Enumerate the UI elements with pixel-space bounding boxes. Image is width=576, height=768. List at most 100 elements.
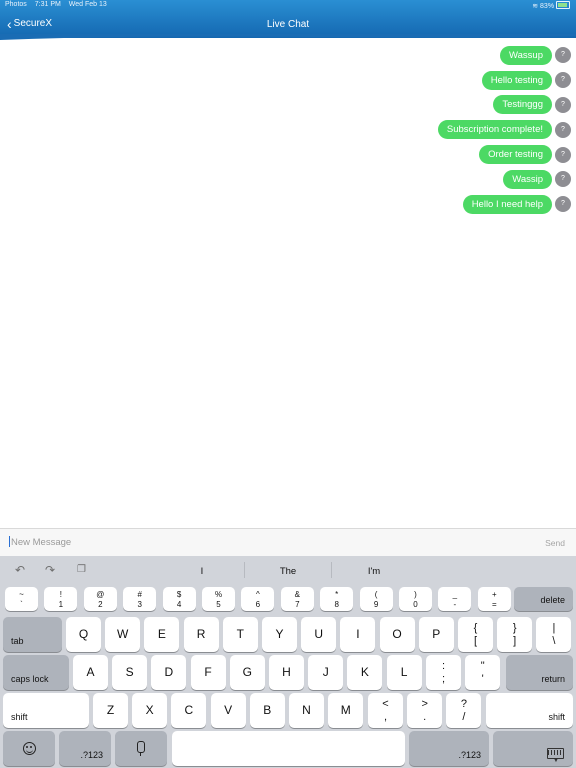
- key-number[interactable]: $4: [162, 587, 196, 611]
- key-letter-h[interactable]: H: [269, 655, 304, 690]
- key-shift-symbol: &: [294, 590, 300, 599]
- key-symbol-pair[interactable]: <,: [368, 693, 403, 728]
- key-symbol-pair[interactable]: >.: [407, 693, 443, 728]
- key-letter-w[interactable]: W: [105, 617, 141, 652]
- message-bubble[interactable]: Hello I need help: [462, 194, 552, 214]
- message-status-icon[interactable]: ?: [555, 146, 571, 163]
- key-number[interactable]: ^ 6: [241, 587, 275, 611]
- numbers-key-left[interactable]: .?123: [59, 731, 111, 766]
- dictation-key[interactable]: [115, 731, 167, 766]
- hide-keyboard-key[interactable]: ▼: [493, 731, 573, 766]
- key-letter-m[interactable]: M: [328, 693, 364, 728]
- key-letter-c[interactable]: C: [171, 693, 207, 728]
- message-bubble[interactable]: Order testing: [479, 145, 552, 165]
- key-number[interactable]: ~ `: [5, 587, 38, 611]
- key-shift-symbol: {: [473, 622, 478, 634]
- key-letter-t[interactable]: T: [222, 617, 258, 652]
- message-row: Wassup?: [271, 43, 571, 68]
- status-bar: Photos 7:31 PM Wed Feb 13 ≋ 83%: [0, 0, 576, 11]
- emoji-icon: [22, 742, 36, 755]
- key-number[interactable]: % 5: [202, 587, 235, 611]
- key-letter-g[interactable]: G: [229, 655, 265, 690]
- key-letter-p[interactable]: P: [418, 617, 454, 652]
- suggestion-2[interactable]: The: [253, 566, 323, 577]
- key-letter-l[interactable]: L: [386, 655, 422, 690]
- key-letter-r[interactable]: R: [183, 617, 219, 652]
- send-button[interactable]: Send: [545, 538, 565, 548]
- shift-key-left[interactable]: shift: [3, 693, 89, 728]
- key-letter-q[interactable]: Q: [66, 617, 101, 652]
- key-symbol: 5: [216, 600, 221, 609]
- key-shift-symbol: <: [382, 698, 389, 710]
- key-letter-a[interactable]: A: [73, 655, 108, 690]
- key-letter-b[interactable]: B: [249, 693, 285, 728]
- key-number[interactable]: & 7: [280, 587, 314, 611]
- suggestion-1[interactable]: I: [167, 566, 237, 577]
- caps-lock-key[interactable]: caps lock: [3, 655, 69, 690]
- redo-icon[interactable]: ↷: [45, 563, 55, 577]
- key-letter-i[interactable]: I: [340, 617, 376, 652]
- numbers-key-right[interactable]: .?123: [409, 731, 489, 766]
- undo-icon[interactable]: ↶: [15, 563, 25, 577]
- key-shift-symbol: }: [512, 622, 517, 634]
- key-letter-u[interactable]: U: [301, 617, 337, 652]
- key-symbol-pair[interactable]: ? /: [446, 693, 482, 728]
- message-bubble[interactable]: Wassip: [503, 169, 552, 189]
- key-number[interactable]: ! 1: [44, 587, 78, 611]
- message-input[interactable]: New Message: [9, 536, 71, 548]
- key-letter-f[interactable]: F: [190, 655, 226, 690]
- key-symbol-pair[interactable]: {[: [458, 617, 493, 652]
- space-bar[interactable]: [172, 731, 405, 766]
- key-number[interactable]: _ -: [438, 587, 472, 611]
- key-letter-n[interactable]: N: [289, 693, 324, 728]
- microphone-icon: [137, 741, 145, 756]
- key-letter-o[interactable]: O: [379, 617, 415, 652]
- key-shift-symbol: ": [480, 660, 485, 672]
- message-bubble[interactable]: Hello testing: [481, 70, 552, 90]
- emoji-key[interactable]: [3, 731, 55, 766]
- shift-key-right[interactable]: shift: [486, 693, 573, 728]
- message-row: Subscription complete!?: [271, 117, 571, 142]
- suggestion-3[interactable]: I'm: [339, 566, 409, 577]
- key-letter-v[interactable]: V: [210, 693, 246, 728]
- message-status-icon[interactable]: ?: [555, 47, 571, 64]
- message-bubble[interactable]: Testinggg: [493, 95, 552, 115]
- key-number[interactable]: ) 0: [399, 587, 432, 611]
- key-number[interactable]: * 8: [320, 587, 354, 611]
- message-status-icon[interactable]: ?: [555, 96, 571, 113]
- key-letter-z[interactable]: Z: [93, 693, 128, 728]
- key-letter-e[interactable]: E: [144, 617, 180, 652]
- key-letter-x[interactable]: X: [132, 693, 168, 728]
- paste-icon[interactable]: ❐: [77, 564, 86, 575]
- key-symbol-pair[interactable]: | \: [536, 617, 572, 652]
- return-key[interactable]: return: [506, 655, 573, 690]
- suggestion-divider: [331, 562, 332, 578]
- message-status-icon[interactable]: ?: [555, 121, 571, 138]
- key-letter-k[interactable]: K: [347, 655, 383, 690]
- message-input-placeholder: New Message: [11, 537, 72, 548]
- key-letter-s[interactable]: S: [112, 655, 148, 690]
- key-letter-d[interactable]: D: [151, 655, 187, 690]
- key-number[interactable]: + =: [477, 587, 511, 611]
- key-symbol-pair[interactable]: " ': [465, 655, 501, 690]
- key-letter-j[interactable]: J: [308, 655, 344, 690]
- key-symbol-pair[interactable]: }]: [497, 617, 533, 652]
- tab-key[interactable]: tab: [3, 617, 62, 652]
- key-number[interactable]: (9: [359, 587, 393, 611]
- message-status-icon[interactable]: ?: [555, 171, 571, 188]
- key-number[interactable]: #3: [123, 587, 157, 611]
- key-symbol: ': [481, 673, 484, 685]
- key-letter-y[interactable]: Y: [262, 617, 297, 652]
- key-number[interactable]: @2: [83, 587, 117, 611]
- delete-key[interactable]: delete: [514, 587, 573, 611]
- battery-percent: 83%: [540, 3, 555, 10]
- message-row: Order testing?: [271, 142, 571, 167]
- suggestion-bar: ↶ ↷ ❐ I The I'm: [0, 556, 576, 585]
- message-status-icon[interactable]: ?: [555, 196, 571, 213]
- key-symbol: .: [423, 711, 427, 723]
- message-status-icon[interactable]: ?: [555, 72, 571, 89]
- message-bubble[interactable]: Wassup: [500, 45, 552, 65]
- key-symbol-pair[interactable]: :;: [426, 655, 461, 690]
- message-bubble[interactable]: Subscription complete!: [437, 120, 552, 140]
- caps-lock-key-label: caps lock: [11, 674, 49, 684]
